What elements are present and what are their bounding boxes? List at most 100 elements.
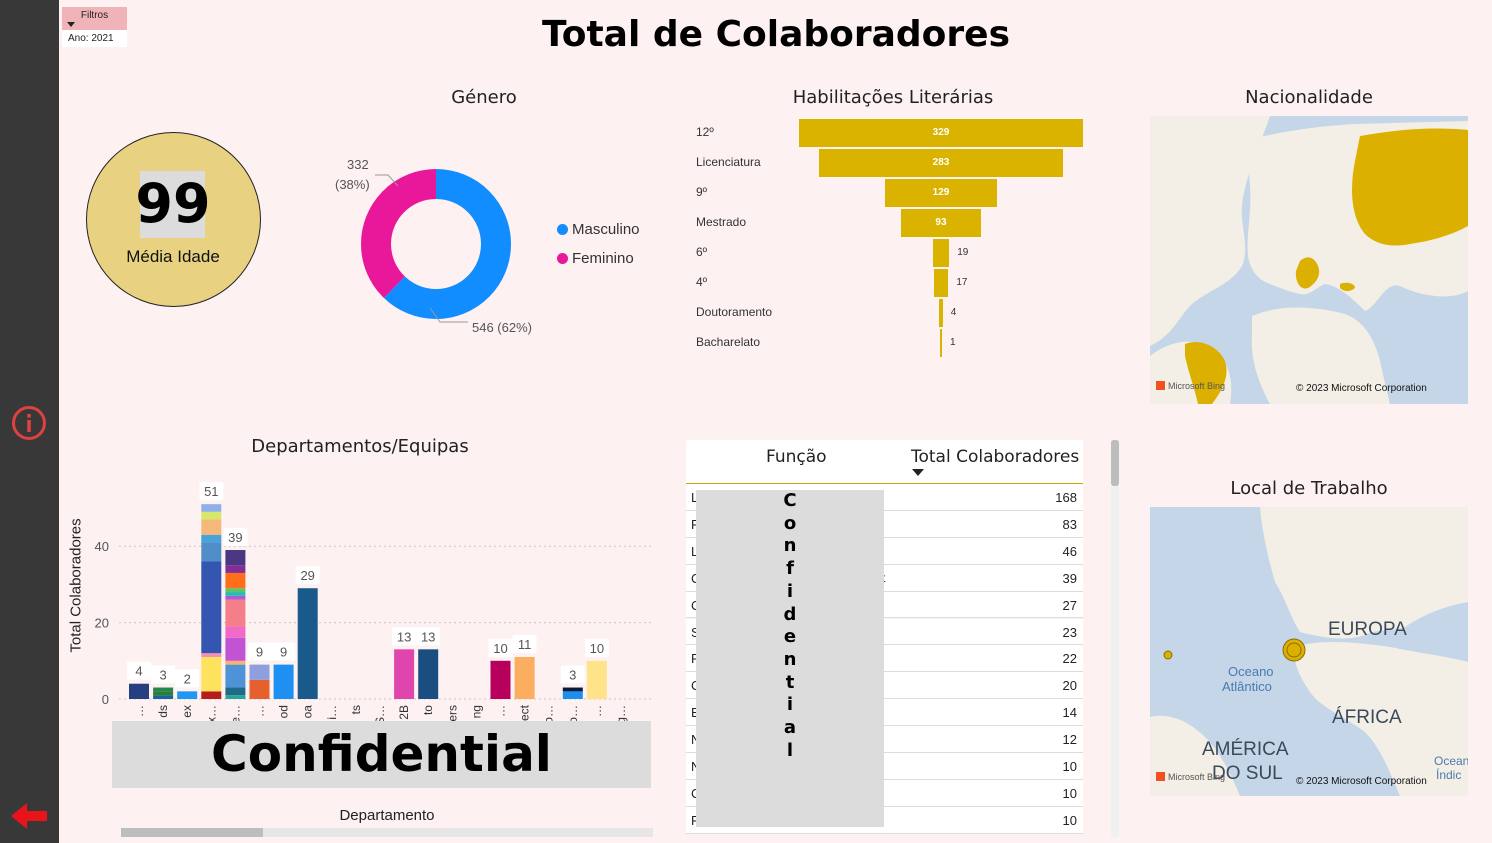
funnel-value-label: 4 xyxy=(950,307,957,318)
funnel-value-label: 129 xyxy=(932,187,950,198)
bar-data-label: 39 xyxy=(228,530,242,545)
bar-segment[interactable] xyxy=(225,626,246,638)
masculino-dot-icon xyxy=(557,224,568,235)
bar-segment[interactable] xyxy=(177,691,198,699)
feminino-dot-icon xyxy=(557,253,568,264)
bar-segment[interactable] xyxy=(225,599,246,627)
bar-data-label: 3 xyxy=(569,668,576,683)
bar-segment[interactable] xyxy=(225,588,246,593)
bar-segment[interactable] xyxy=(249,664,270,680)
y-tick-label: 0 xyxy=(102,692,109,707)
x-tick-label: ers xyxy=(445,705,459,722)
bar-segment[interactable] xyxy=(225,660,246,665)
funnel-category-label: Doutoramento xyxy=(696,305,773,319)
bar-segment[interactable] xyxy=(225,637,246,661)
info-icon[interactable] xyxy=(11,405,47,441)
bar-data-label: 9 xyxy=(256,645,263,660)
bar-segment[interactable] xyxy=(201,653,222,657)
bar-segment[interactable] xyxy=(201,504,222,512)
filters-button[interactable]: Filtros xyxy=(62,7,127,30)
bar-segment[interactable] xyxy=(201,691,222,699)
bar-segment[interactable] xyxy=(249,679,270,699)
back-arrow-icon[interactable] xyxy=(8,800,50,832)
nacionalidade-map[interactable]: Microsoft Bing © 2023 Microsoft Corporat… xyxy=(1150,116,1468,404)
bar-segment[interactable] xyxy=(153,695,174,699)
funnel-category-label: 6º xyxy=(696,245,708,259)
scrollbar-thumb[interactable] xyxy=(121,828,263,837)
x-tick-label: ex xyxy=(180,705,194,718)
x-tick-label: ng xyxy=(469,705,483,718)
fem-value-label: 332 xyxy=(347,157,369,172)
total-cell: 83 xyxy=(1062,516,1077,532)
bar-segment[interactable] xyxy=(225,565,246,573)
header-funcao[interactable]: Função xyxy=(766,447,827,467)
bar-segment[interactable] xyxy=(225,664,246,688)
total-cell: 168 xyxy=(1055,490,1077,505)
bar-segment[interactable] xyxy=(201,511,222,520)
total-cell: 10 xyxy=(1062,759,1077,774)
bar-segment[interactable] xyxy=(562,691,583,699)
departamentos-horizontal-scrollbar[interactable] xyxy=(121,828,653,837)
map-label-africa: ÁFRICA xyxy=(1332,707,1402,728)
bar-data-label: 4 xyxy=(135,664,142,679)
sort-descending-icon[interactable] xyxy=(912,469,924,477)
bar-segment[interactable] xyxy=(490,660,511,699)
bar-data-label: 13 xyxy=(397,629,411,644)
total-cell: 20 xyxy=(1062,678,1077,694)
funnel-category-label: Bacharelato xyxy=(696,335,761,349)
bar-segment[interactable] xyxy=(418,649,439,699)
bar-segment[interactable] xyxy=(201,561,222,654)
bar-segment[interactable] xyxy=(201,542,222,562)
map-label-oceano: Oceano xyxy=(1228,664,1274,679)
bar-segment[interactable] xyxy=(201,534,222,543)
bar-data-label: 9 xyxy=(280,645,287,660)
legend-feminino[interactable]: Feminino xyxy=(557,250,634,267)
bar-data-label: 51 xyxy=(204,484,218,499)
local-trabalho-map[interactable]: EUROPA Oceano Atlântico ÁFRICA AMÉRICA D… xyxy=(1150,507,1468,796)
filters-button-label: Filtros xyxy=(80,10,109,21)
table-vertical-scrollbar[interactable] xyxy=(1111,440,1119,837)
funnel-value-label: 1 xyxy=(950,337,956,348)
x-tick-label: od xyxy=(277,705,291,718)
funnel-category-label: 9º xyxy=(696,185,708,199)
funnel-bar[interactable] xyxy=(932,239,950,267)
bar-segment[interactable] xyxy=(225,572,246,589)
funnel-bar[interactable] xyxy=(933,269,949,297)
funnel-bar[interactable] xyxy=(940,329,942,357)
x-tick-label: 2B xyxy=(397,705,411,720)
funnel-category-label: Mestrado xyxy=(696,215,747,229)
bar-segment[interactable] xyxy=(514,656,535,699)
bar-segment[interactable] xyxy=(225,687,246,696)
bar-segment[interactable] xyxy=(297,588,318,699)
bar-segment[interactable] xyxy=(586,660,607,699)
map-label-indic: Índic xyxy=(1436,768,1462,782)
legend-masculino[interactable]: Masculino xyxy=(557,221,640,238)
total-cell: 23 xyxy=(1062,624,1077,640)
legend-masculino-label: Masculino xyxy=(572,221,640,238)
bar-segment[interactable] xyxy=(273,664,294,699)
departamentos-xlabel: Departamento xyxy=(339,807,435,824)
bar-segment[interactable] xyxy=(225,695,246,699)
confidential-text: Confidential xyxy=(211,725,552,783)
bar-segment[interactable] xyxy=(129,683,149,699)
bar-segment[interactable] xyxy=(225,595,246,600)
x-tick-label: ts xyxy=(349,705,363,714)
funnel-value-label: 283 xyxy=(932,157,950,168)
bar-segment[interactable] xyxy=(201,519,222,535)
bar-segment[interactable] xyxy=(225,550,246,566)
kpi-value: 99 xyxy=(135,172,211,235)
bar-segment[interactable] xyxy=(562,687,583,692)
bar-segment[interactable] xyxy=(394,649,415,699)
funnel-value-label: 19 xyxy=(957,247,969,258)
x-tick-label: … xyxy=(132,705,146,717)
bar-segment[interactable] xyxy=(153,687,174,692)
bar-segment[interactable] xyxy=(153,691,174,696)
funnel-bar[interactable] xyxy=(939,299,943,327)
header-total-colaboradores[interactable]: Total Colaboradores xyxy=(911,447,1079,467)
x-tick-label: … xyxy=(590,705,604,717)
bar-segment[interactable] xyxy=(225,592,246,596)
bar-segment[interactable] xyxy=(201,656,222,692)
table-scrollbar-thumb[interactable] xyxy=(1111,440,1119,486)
departamentos-title: Departamentos/Equipas xyxy=(251,436,469,457)
page-title: Total de Colaboradores xyxy=(541,14,1011,55)
